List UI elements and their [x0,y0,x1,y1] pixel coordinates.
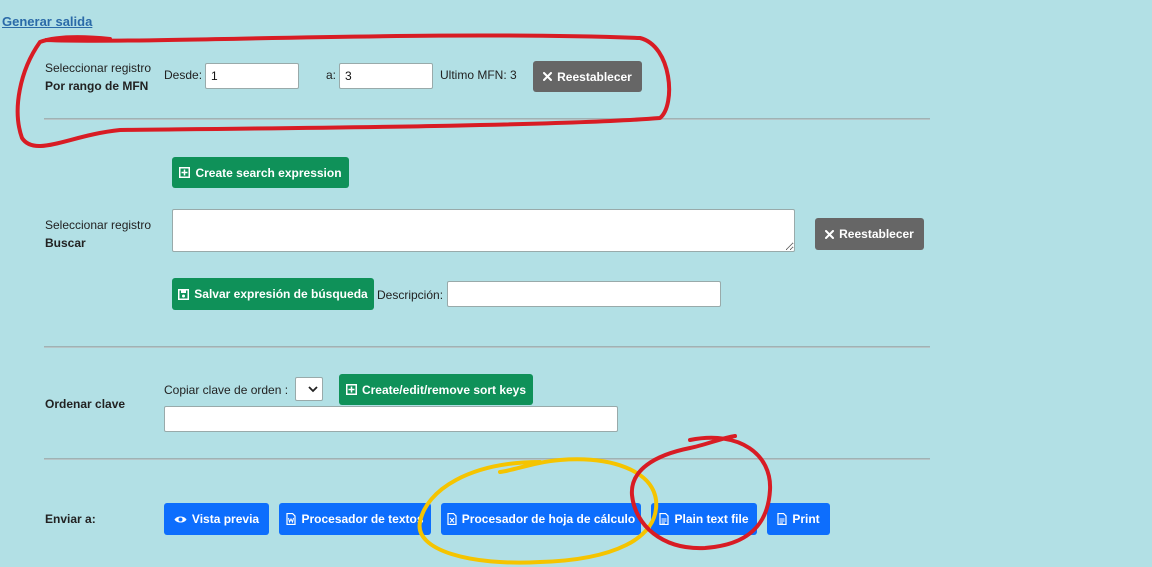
sort-keys-button[interactable]: Create/edit/remove sort keys [339,374,533,405]
plus-square-icon [179,167,191,178]
text-file-icon [659,513,670,525]
create-search-expression-button[interactable]: Create search expression [172,157,349,188]
print-label: Print [792,512,820,526]
search-reset-label: Reestablecer [839,227,914,241]
print-button[interactable]: Print [767,503,830,535]
range-label-line1: Seleccionar registro [45,61,152,75]
search-expression-textarea[interactable] [172,209,795,252]
divider-1 [44,118,930,120]
divider-3 [44,458,930,460]
save-search-expression-label: Salvar expresión de búsqueda [194,287,368,301]
enviar-a-label: Enviar a: [45,512,96,526]
descripcion-input[interactable] [447,281,721,307]
close-icon [825,229,835,239]
word-file-icon [286,513,297,525]
procesador-hoja-calculo-label: Procesador de hoja de cálculo [461,512,636,526]
plain-text-file-label: Plain text file [674,512,749,526]
ultimo-mfn-text: Ultimo MFN: 3 [440,68,517,82]
chevron-down-icon [308,385,318,393]
eye-icon [174,515,187,524]
plus-square-icon [345,384,357,395]
desde-input[interactable] [205,63,299,89]
excel-file-icon [447,513,457,525]
a-input[interactable] [339,63,433,89]
range-reset-button[interactable]: Reestablecer [533,61,642,92]
divider-2 [44,346,930,348]
copiar-clave-label: Copiar clave de orden : [164,383,289,397]
plain-text-file-button[interactable]: Plain text file [651,503,757,535]
sort-key-select[interactable] [295,377,323,401]
save-search-expression-button[interactable]: Salvar expresión de búsqueda [172,278,374,310]
procesador-hoja-calculo-button[interactable]: Procesador de hoja de cálculo [441,503,641,535]
floppy-disk-icon [178,288,190,300]
search-label-line1: Seleccionar registro [45,218,152,232]
ordenar-clave-label: Ordenar clave [45,397,126,411]
create-search-expression-label: Create search expression [195,165,342,180]
range-label-line2: Por rango de MFN [45,79,149,93]
sort-keys-label: Create/edit/remove sort keys [361,382,527,397]
vista-previa-label: Vista previa [191,512,260,526]
procesador-textos-button[interactable]: Procesador de textos [279,503,431,535]
vista-previa-button[interactable]: Vista previa [164,503,269,535]
search-label: Seleccionar registro Buscar [45,216,151,252]
sort-keys-input[interactable] [164,406,618,432]
desde-label: Desde: [164,68,203,82]
a-label: a: [326,68,337,82]
search-reset-button[interactable]: Reestablecer [815,218,924,250]
procesador-textos-label: Procesador de textos [301,512,424,526]
range-label: Seleccionar registro Por rango de MFN [45,59,151,95]
range-reset-label: Reestablecer [557,69,632,84]
close-icon [543,72,553,81]
print-file-icon [777,513,787,525]
descripcion-label: Descripción: [377,288,444,302]
generar-salida-link[interactable]: Generar salida [2,14,92,29]
search-label-line2: Buscar [45,236,86,250]
